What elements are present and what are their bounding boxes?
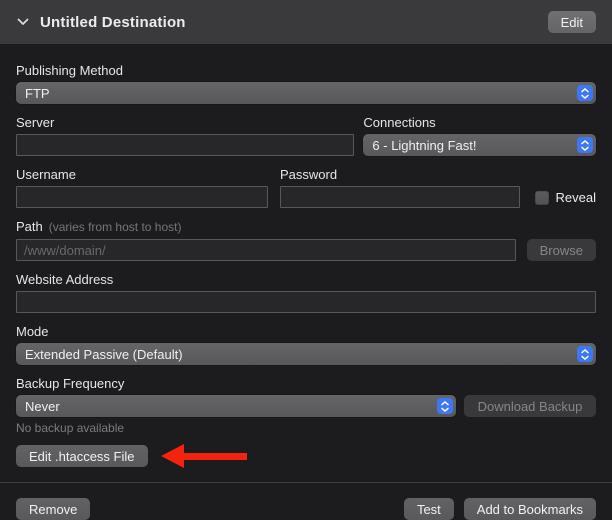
remove-button[interactable]: Remove: [16, 498, 90, 520]
password-field-group: Password: [280, 167, 520, 208]
destination-panel: Untitled Destination Edit Publishing Met…: [0, 0, 612, 520]
publishing-method-value: FTP: [25, 86, 50, 101]
reveal-checkbox[interactable]: [535, 191, 549, 205]
path-label-row: Path (varies from host to host): [16, 219, 596, 235]
path-section: Path (varies from host to host) Browse: [16, 219, 596, 261]
edit-button[interactable]: Edit: [548, 11, 596, 33]
footer-bar: Remove Test Add to Bookmarks: [0, 482, 612, 520]
htaccess-row: Edit .htaccess File: [16, 444, 596, 468]
username-field-group: Username: [16, 167, 268, 208]
path-row: Browse: [16, 239, 596, 261]
reveal-group: Reveal: [530, 190, 596, 208]
backup-frequency-label: Backup Frequency: [16, 376, 596, 391]
server-input[interactable]: [16, 134, 354, 156]
website-address-input[interactable]: [16, 291, 596, 313]
chevron-up-down-icon: [577, 346, 593, 362]
mode-select[interactable]: Extended Passive (Default): [16, 343, 596, 365]
connections-field-group: Connections 6 - Lightning Fast!: [363, 115, 596, 156]
red-arrow-left-icon: [161, 444, 247, 468]
server-field-group: Server: [16, 115, 354, 156]
password-input[interactable]: [280, 186, 520, 208]
server-connections-row: Server Connections 6 - Lightning Fast!: [16, 115, 596, 156]
form-content: Publishing Method FTP Server Connections…: [0, 44, 612, 472]
destination-title: Untitled Destination: [40, 14, 186, 31]
chevron-down-icon[interactable]: [16, 15, 30, 29]
mode-section: Mode Extended Passive (Default): [16, 324, 596, 365]
path-hint: (varies from host to host): [49, 220, 182, 234]
credentials-row: Username Password Reveal: [16, 167, 596, 208]
chevron-up-down-icon: [577, 137, 593, 153]
mode-value: Extended Passive (Default): [25, 347, 183, 362]
chevron-up-down-icon: [577, 85, 593, 101]
backup-status-text: No backup available: [16, 421, 596, 435]
chevron-up-down-icon: [437, 398, 453, 414]
red-arrow-shaft: [184, 453, 247, 460]
username-input[interactable]: [16, 186, 268, 208]
connections-select[interactable]: 6 - Lightning Fast!: [363, 134, 596, 156]
path-input[interactable]: [16, 239, 516, 261]
server-label: Server: [16, 115, 354, 130]
mode-label: Mode: [16, 324, 596, 339]
connections-label: Connections: [363, 115, 596, 130]
header-bar: Untitled Destination Edit: [0, 0, 612, 44]
backup-frequency-select[interactable]: Never: [16, 395, 456, 417]
connections-value: 6 - Lightning Fast!: [372, 138, 476, 153]
backup-row: Never Download Backup: [16, 395, 596, 417]
red-arrow-head: [161, 444, 184, 468]
download-backup-button[interactable]: Download Backup: [464, 395, 596, 417]
backup-frequency-section: Backup Frequency Never Download Backup N…: [16, 376, 596, 435]
test-button[interactable]: Test: [404, 498, 454, 520]
publishing-method-label: Publishing Method: [16, 63, 596, 78]
backup-popup-wrap: Never: [16, 395, 456, 417]
website-address-section: Website Address: [16, 272, 596, 313]
browse-button[interactable]: Browse: [527, 239, 596, 261]
password-label: Password: [280, 167, 520, 182]
website-address-label: Website Address: [16, 272, 596, 287]
add-to-bookmarks-button[interactable]: Add to Bookmarks: [464, 498, 596, 520]
reveal-label: Reveal: [556, 190, 596, 205]
username-label: Username: [16, 167, 268, 182]
path-label: Path: [16, 219, 43, 234]
backup-frequency-value: Never: [25, 399, 60, 414]
publishing-method-select[interactable]: FTP: [16, 82, 596, 104]
edit-htaccess-button[interactable]: Edit .htaccess File: [16, 445, 148, 467]
path-input-wrap: [16, 239, 516, 261]
publishing-method-section: Publishing Method FTP: [16, 63, 596, 104]
